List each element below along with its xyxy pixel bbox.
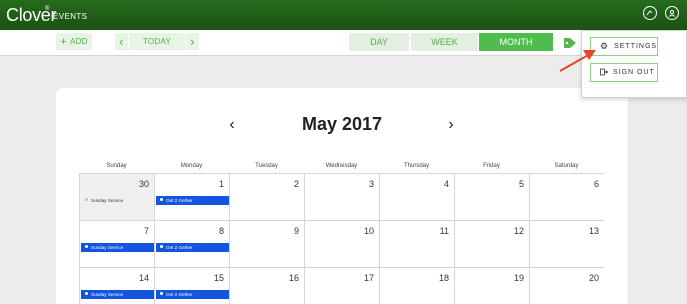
day-number: 19 (513, 273, 524, 283)
day-number: 2 (293, 179, 299, 189)
day-cell[interactable]: 15 Get 2 Gether (154, 267, 229, 304)
day-number: 6 (593, 179, 599, 189)
event-label: Get 2 Gether (166, 198, 193, 203)
event-label: Sunday Service (91, 292, 124, 297)
day-number: 20 (588, 273, 599, 283)
prev-month-button[interactable]: ‹ (227, 117, 237, 133)
day-cell[interactable]: 18 (379, 267, 454, 304)
plus-icon: + (60, 35, 67, 48)
day-cell[interactable]: 10 (304, 220, 379, 267)
day-cell[interactable]: 20 (529, 267, 604, 304)
event-label: Get 2 Gether (166, 245, 193, 250)
day-number: 9 (293, 226, 299, 236)
sign-out-button[interactable]: SIGN OUT (590, 63, 658, 82)
calendar-event[interactable]: Get 2 Gether (156, 290, 229, 299)
day-cell[interactable]: 3 (304, 173, 379, 220)
event-dot-icon (160, 245, 163, 249)
day-cell[interactable]: 7 Sunday Service (79, 220, 154, 267)
weekday-header-friday: Friday (483, 163, 500, 169)
day-cell[interactable]: 2 (229, 173, 304, 220)
calendar-event[interactable]: Get 2 Gether (156, 196, 229, 205)
month-grid: 30 Sunday Service 1 Get 2 Gether 2 3 4 5 6 7 Sunda… (79, 173, 605, 304)
day-cell[interactable]: 1 Get 2 Gether (154, 173, 229, 220)
event-label: Sunday Service (91, 198, 124, 203)
day-cell[interactable]: 17 (304, 267, 379, 304)
add-button[interactable]: + ADD (56, 33, 92, 50)
day-number: 3 (368, 179, 374, 189)
day-number: 30 (138, 179, 149, 189)
day-number: 4 (443, 179, 449, 189)
day-number: 10 (363, 226, 374, 236)
day-number: 17 (363, 273, 374, 283)
day-cell[interactable]: 9 (229, 220, 304, 267)
month-title: May 2017 (301, 114, 383, 134)
section-title: EVENTS (53, 12, 88, 21)
sign-out-icon (600, 68, 609, 78)
day-number: 8 (218, 226, 224, 236)
weekday-header-monday: Monday (180, 163, 203, 169)
tag-icon[interactable] (563, 37, 577, 49)
day-number: 16 (288, 273, 299, 283)
day-number: 13 (588, 226, 599, 236)
view-week-button[interactable]: WEEK (411, 33, 478, 51)
next-month-button[interactable]: › (446, 117, 456, 133)
event-dot-icon (160, 292, 163, 296)
event-dot-icon (160, 198, 163, 202)
today-button[interactable]: TODAY (129, 33, 185, 50)
weekday-header-tuesday: Tuesday (255, 163, 278, 169)
day-cell[interactable]: 11 (379, 220, 454, 267)
weekday-header-saturday: Saturday (554, 163, 579, 169)
add-label: ADD (69, 37, 88, 46)
day-cell[interactable]: 19 (454, 267, 529, 304)
day-number: 1 (218, 179, 224, 189)
view-day-button[interactable]: DAY (349, 33, 409, 51)
day-number: 15 (213, 273, 224, 283)
day-number: 14 (138, 273, 149, 283)
settings-button[interactable]: ⚙ SETTINGS (590, 37, 658, 56)
brand-registered-mark: ® (45, 6, 50, 12)
prev-period-button[interactable]: ‹ (115, 33, 128, 50)
app-header: Clover ® EVENTS (0, 0, 687, 30)
event-dot-icon (85, 198, 88, 202)
day-number: 11 (439, 226, 449, 236)
event-label: Sunday Service (91, 245, 124, 250)
day-cell[interactable]: 5 (454, 173, 529, 220)
gear-icon: ⚙ (600, 41, 610, 51)
day-cell[interactable]: 13 (529, 220, 604, 267)
event-dot-icon (85, 292, 88, 296)
weekday-header-wednesday: Wednesday (325, 163, 358, 169)
day-cell[interactable]: 6 (529, 173, 604, 220)
day-number: 12 (513, 226, 524, 236)
calendar-event[interactable]: Sunday Service (81, 196, 154, 205)
day-cell[interactable]: 30 Sunday Service (79, 173, 154, 220)
day-cell[interactable]: 16 (229, 267, 304, 304)
day-number: 18 (438, 273, 449, 283)
calendar-event[interactable]: Get 2 Gether (156, 243, 229, 252)
weekday-header-thursday: Thursday (403, 163, 429, 169)
day-cell[interactable]: 8 Get 2 Gether (154, 220, 229, 267)
account-icon[interactable] (665, 6, 679, 20)
next-period-button[interactable]: › (186, 33, 199, 50)
day-cell[interactable]: 4 (379, 173, 454, 220)
view-month-button[interactable]: MONTH (479, 33, 553, 51)
sign-out-label: SIGN OUT (613, 69, 655, 76)
day-number: 7 (143, 226, 149, 236)
calendar-event[interactable]: Sunday Service (81, 290, 154, 299)
event-dot-icon (85, 245, 88, 249)
help-icon[interactable] (643, 6, 657, 20)
calendar-event[interactable]: Sunday Service (81, 243, 154, 252)
day-number: 5 (518, 179, 524, 189)
settings-label: SETTINGS (614, 43, 658, 50)
day-cell[interactable]: 14 Sunday Service (79, 267, 154, 304)
event-label: Get 2 Gether (166, 292, 193, 297)
day-cell[interactable]: 12 (454, 220, 529, 267)
weekday-header-sunday: Sunday (106, 163, 127, 169)
